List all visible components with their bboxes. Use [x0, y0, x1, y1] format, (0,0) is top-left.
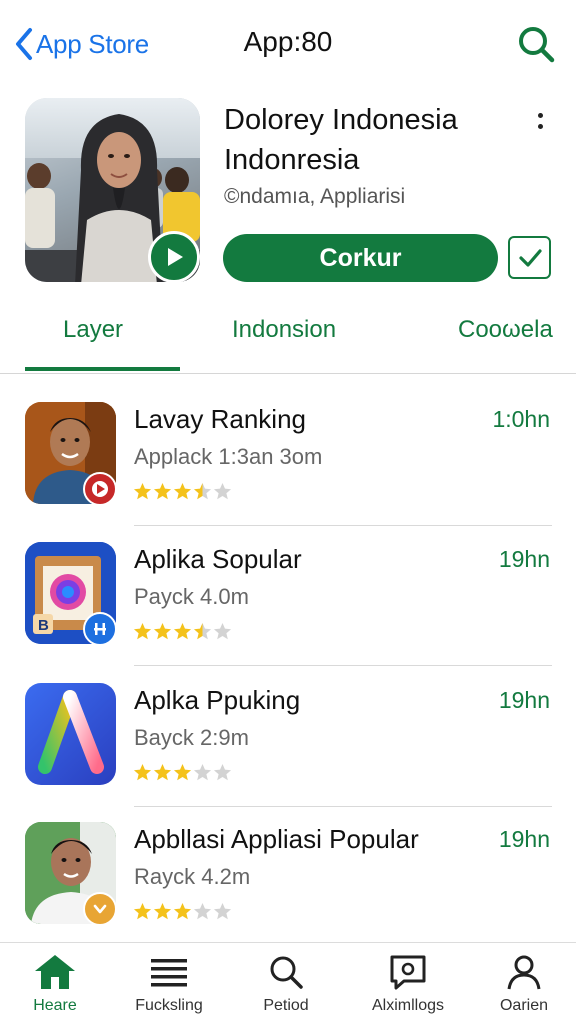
letter-a-app-icon: [25, 683, 116, 785]
nav-label: Heare: [33, 997, 77, 1014]
star-icon: [193, 902, 212, 920]
dot-icon: [537, 124, 543, 129]
list-item[interactable]: B Aplika Sopular Payck 4.0m 19hn: [0, 526, 576, 666]
list-item[interactable]: Aplka Ppuking Bayck 2:9m 19hn: [0, 667, 576, 807]
play-icon: [168, 248, 183, 266]
nav-profile[interactable]: Oarien: [474, 953, 574, 1023]
app-time: 19hn: [498, 687, 550, 713]
star-icon: [213, 763, 232, 781]
app-meta: Rayck 4.2m: [134, 864, 251, 889]
tab-indonsion[interactable]: Indonsion: [232, 316, 336, 344]
star-icon: [153, 622, 172, 640]
nav-label: Alximllogs: [371, 997, 444, 1014]
app-subtitle: ©ndamıa, Appliarisi: [224, 185, 406, 208]
bottom-tab-bar: Heare Fucksling Petiod Alximllogs Oarien: [0, 942, 576, 1024]
app-name: Apbllasi Appliasi Popular: [134, 824, 419, 854]
app-time: 19hn: [498, 826, 550, 852]
star-rating: [133, 622, 232, 641]
star-icon: [213, 482, 232, 500]
app-time: 19hn: [498, 546, 550, 572]
nav-messages[interactable]: Alximllogs: [358, 953, 458, 1023]
star-icon: [133, 763, 152, 781]
search-icon: [270, 956, 303, 989]
page-title: App:80: [243, 26, 333, 57]
app-name: Aplika Sopular: [134, 544, 302, 574]
tab-bar: Layer Indonsion Cooωela: [0, 300, 576, 374]
app-time: 1:0hn: [492, 406, 550, 432]
star-icon: [153, 482, 172, 500]
star-icon: [193, 622, 212, 640]
star-icon: [173, 763, 192, 781]
more-options-button[interactable]: [528, 106, 552, 136]
message-icon: [390, 955, 426, 990]
star-icon: [213, 902, 232, 920]
star-rating: [133, 763, 232, 782]
star-icon: [133, 482, 152, 500]
app-title: Dolorey Indonesia Indonresia: [224, 104, 458, 176]
divider: [134, 664, 552, 666]
grid-badge-icon: [83, 612, 117, 646]
nav-home[interactable]: Heare: [5, 953, 105, 1023]
app-meta: Payck 4.0m: [134, 584, 249, 609]
play-badge-icon: [83, 472, 117, 506]
app-name: Aplka Ppuking: [134, 685, 301, 715]
star-icon: [173, 482, 192, 500]
play-video-button[interactable]: [148, 231, 200, 283]
star-icon: [153, 763, 172, 781]
active-tab-indicator: [25, 367, 180, 371]
search-icon: [519, 27, 555, 63]
star-icon: [173, 622, 192, 640]
chevron-badge-icon: [83, 892, 117, 926]
nav-list[interactable]: Fucksling: [119, 953, 219, 1023]
nav-search[interactable]: Petiod: [236, 953, 336, 1023]
nav-label: Fucksling: [135, 997, 203, 1014]
app-meta: Applack 1:3an 3om: [134, 444, 323, 469]
star-icon: [133, 622, 152, 640]
person-icon: [507, 955, 541, 990]
star-rating: [133, 902, 232, 921]
checkbox-button[interactable]: [508, 236, 551, 279]
list-item[interactable]: Apbllasi Appliasi Popular Rayck 4.2m 19h…: [0, 806, 576, 946]
nav-label: Petiod: [263, 997, 309, 1014]
star-icon: [193, 763, 212, 781]
star-icon: [213, 622, 232, 640]
star-icon: [173, 902, 192, 920]
nav-label: Oarien: [499, 997, 549, 1014]
tab-cooela[interactable]: Cooωela: [458, 316, 553, 344]
home-icon: [35, 955, 75, 989]
check-icon: [518, 248, 542, 267]
star-icon: [153, 902, 172, 920]
tab-layer[interactable]: Layer: [63, 316, 123, 344]
svg-text:B: B: [38, 617, 49, 634]
star-rating: [133, 482, 232, 501]
app-meta: Bayck 2:9m: [134, 725, 249, 750]
get-app-button[interactable]: Corkur: [223, 234, 498, 282]
list-item[interactable]: Lavay Ranking Applack 1:3an 3om 1:0hn: [0, 386, 576, 526]
top-nav-bar: App Store App:80: [0, 0, 576, 90]
app-name: Lavay Ranking: [134, 404, 306, 434]
list-icon: [151, 959, 187, 987]
search-button[interactable]: [516, 24, 556, 64]
dot-icon: [537, 113, 543, 118]
star-icon: [133, 902, 152, 920]
star-icon: [193, 482, 212, 500]
